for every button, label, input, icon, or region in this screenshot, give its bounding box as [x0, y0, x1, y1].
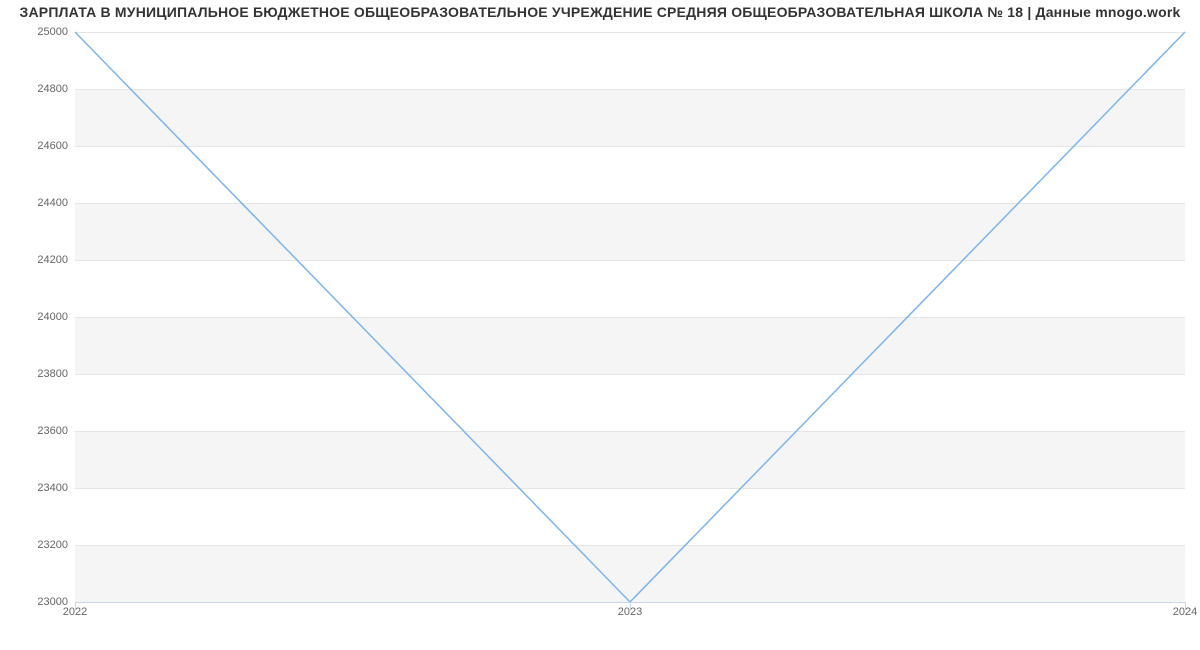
x-tick-label: 2023 — [618, 606, 642, 618]
y-tick-label: 24400 — [8, 197, 68, 209]
y-tick-label: 23600 — [8, 425, 68, 437]
plot-area — [75, 32, 1185, 602]
y-tick-label: 24200 — [8, 254, 68, 266]
line-layer — [75, 32, 1185, 602]
salary-chart: ЗАРПЛАТА В МУНИЦИПАЛЬНОЕ БЮДЖЕТНОЕ ОБЩЕО… — [0, 0, 1200, 650]
y-tick-label: 25000 — [8, 26, 68, 38]
y-tick-label: 23000 — [8, 596, 68, 608]
y-tick-label: 24600 — [8, 140, 68, 152]
chart-title: ЗАРПЛАТА В МУНИЦИПАЛЬНОЕ БЮДЖЕТНОЕ ОБЩЕО… — [0, 4, 1200, 20]
x-tick-label: 2022 — [63, 606, 87, 618]
y-tick-label: 24800 — [8, 83, 68, 95]
series-line — [75, 32, 1185, 602]
y-tick-label: 24000 — [8, 311, 68, 323]
y-tick-label: 23200 — [8, 539, 68, 551]
x-tick-label: 2024 — [1173, 606, 1197, 618]
y-tick-label: 23400 — [8, 482, 68, 494]
y-tick-label: 23800 — [8, 368, 68, 380]
